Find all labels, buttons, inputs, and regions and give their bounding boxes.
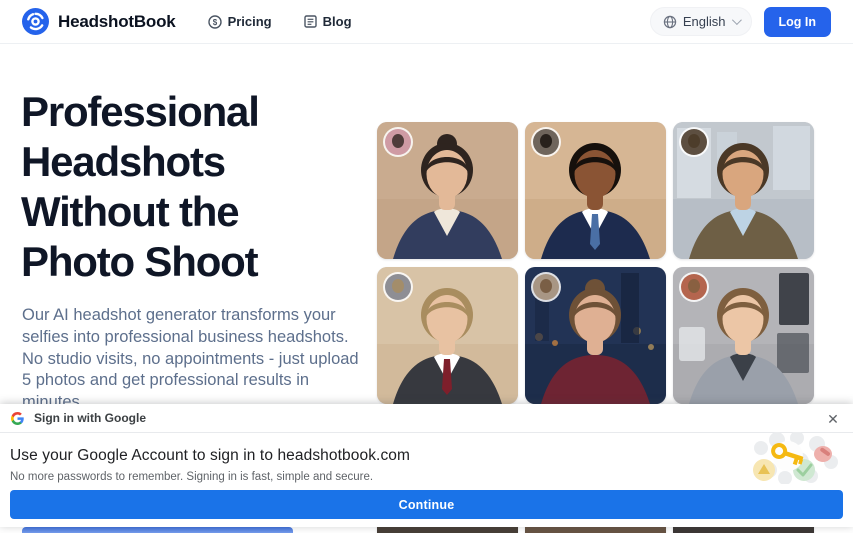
nav-link-blog[interactable]: Blog xyxy=(304,14,352,29)
google-prompt-title: Use your Google Account to sign in to he… xyxy=(10,447,410,465)
hero-description: Our AI headshot generator transforms you… xyxy=(22,305,364,414)
hero-cta-button-fragment[interactable] xyxy=(22,527,293,533)
pricing-coin-icon: $ xyxy=(208,15,222,29)
headshot-photo xyxy=(377,122,518,259)
hero-title-line: Professional xyxy=(21,87,377,137)
language-selector[interactable]: English xyxy=(650,7,752,36)
globe-icon xyxy=(663,15,677,29)
original-selfie-avatar xyxy=(533,274,559,300)
headshot-photo xyxy=(525,267,666,404)
nav-link-label: Pricing xyxy=(228,14,272,29)
headshot-photo xyxy=(525,122,666,259)
original-selfie-avatar xyxy=(681,129,707,155)
chevron-down-icon xyxy=(731,15,741,25)
hero-title-line: Headshots xyxy=(21,137,377,187)
original-selfie-avatar xyxy=(681,274,707,300)
original-selfie-avatar xyxy=(385,274,411,300)
close-icon[interactable]: ✕ xyxy=(824,410,842,428)
original-selfie-avatar xyxy=(533,129,559,155)
language-selected-label: English xyxy=(683,14,726,29)
navbar: HeadshotBook $ Pricing Blog English Log … xyxy=(0,0,853,44)
continue-button[interactable]: Continue xyxy=(10,490,843,519)
svg-text:$: $ xyxy=(212,18,217,27)
nav-link-pricing[interactable]: $ Pricing xyxy=(208,14,272,29)
blog-icon xyxy=(304,15,317,28)
google-prompt-subtitle: No more passwords to remember. Signing i… xyxy=(10,471,373,483)
hero-title-line: Photo Shoot xyxy=(21,237,377,287)
google-prompt-header-label: Sign in with Google xyxy=(34,411,146,425)
hero-title-line: Without the xyxy=(21,187,377,237)
login-button[interactable]: Log In xyxy=(764,7,832,37)
original-selfie-avatar xyxy=(385,129,411,155)
headshot-photo xyxy=(673,267,814,404)
headshotbook-logo-icon[interactable] xyxy=(22,8,49,35)
google-signin-prompt: Sign in with Google ✕ Use your Google Ac… xyxy=(0,404,853,527)
headshot-photo xyxy=(673,122,814,259)
headshot-photo xyxy=(377,267,518,404)
brand-name: HeadshotBook xyxy=(58,12,176,32)
hero-title: Professional Headshots Without the Photo… xyxy=(21,87,377,287)
google-g-icon xyxy=(11,412,24,425)
key-security-illustration-icon xyxy=(747,432,839,484)
nav-link-label: Blog xyxy=(323,14,352,29)
google-prompt-header: Sign in with Google xyxy=(0,404,853,433)
